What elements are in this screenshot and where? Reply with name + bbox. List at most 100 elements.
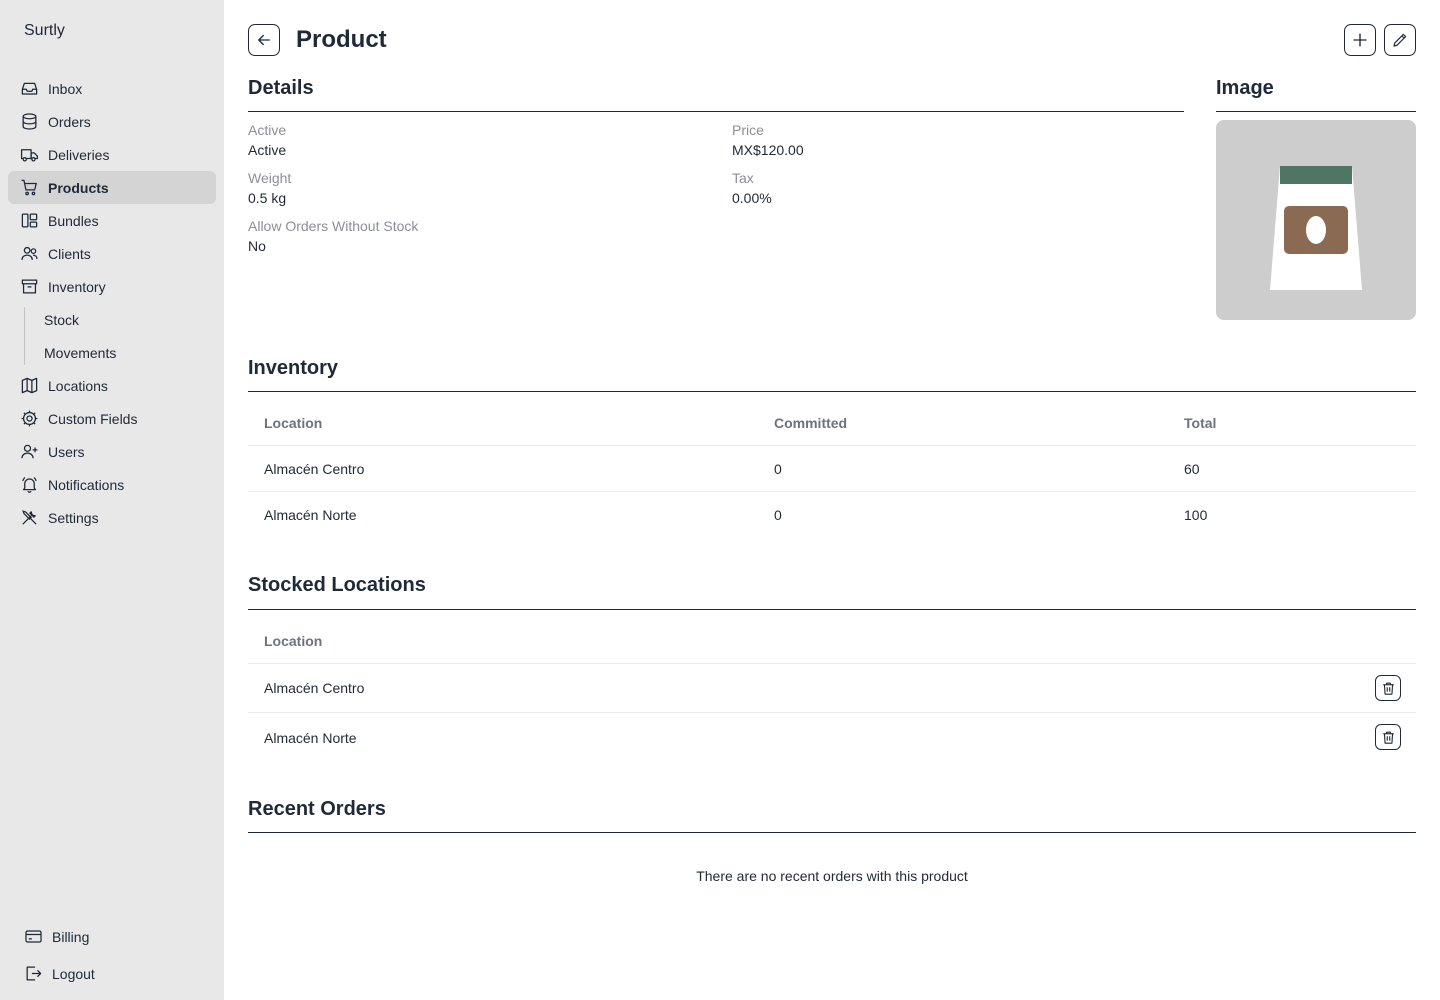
sidebar-item-label: Clients: [48, 245, 91, 262]
sidebar-item-logout[interactable]: Logout: [16, 955, 216, 992]
page-header: Product: [248, 24, 1416, 56]
product-image[interactable]: [1216, 120, 1416, 320]
sidebar-item-billing[interactable]: Billing: [16, 918, 216, 955]
inventory-row-committed: 0: [774, 461, 782, 477]
image-divider: [1216, 111, 1416, 112]
active-label: Active: [248, 122, 287, 138]
inventory-row-committed: 0: [774, 507, 782, 523]
truck-icon: [20, 149, 39, 162]
sidebar-item-settings[interactable]: Settings: [8, 501, 216, 534]
sidebar-item-label: Settings: [48, 509, 99, 526]
archive-icon: [21, 279, 38, 294]
sidebar-item-label: Locations: [48, 377, 108, 394]
allow-orders-label: Allow Orders Without Stock: [248, 218, 419, 234]
sidebar-item-label: Logout: [52, 965, 95, 982]
sidebar-item-products[interactable]: Products: [8, 171, 216, 204]
price-value: MX$120.00: [732, 142, 804, 158]
allow-orders-value: No: [248, 238, 266, 254]
tools-icon: [22, 510, 37, 525]
sidebar-item-label: Inventory: [48, 278, 106, 295]
plus-icon: [1353, 33, 1367, 47]
users-icon: [21, 246, 38, 260]
sidebar-item-label: Stock: [44, 311, 80, 328]
map-icon: [21, 377, 38, 394]
edit-button[interactable]: [1384, 24, 1416, 56]
stocked-location-name: Almacén Norte: [264, 730, 357, 746]
inventory-submenu: Stock Movements: [24, 303, 216, 369]
sidebar-item-label: Billing: [52, 928, 90, 945]
sidebar: Surtly Inbox Orders Deliveries Products …: [0, 0, 224, 1000]
inventory-row-location: Almacén Centro: [264, 461, 365, 477]
back-button[interactable]: [248, 24, 280, 56]
delete-location-button[interactable]: [1375, 724, 1401, 750]
tax-value: 0.00%: [732, 190, 772, 206]
sidebar-item-deliveries[interactable]: Deliveries: [8, 138, 216, 171]
row-divider: [248, 712, 1416, 713]
sidebar-item-label: Notifications: [48, 476, 125, 493]
page-title: Product: [296, 26, 387, 53]
sidebar-item-label: Bundles: [48, 212, 99, 229]
sidebar-item-label: Users: [48, 443, 85, 460]
inventory-row-total: 100: [1184, 507, 1208, 523]
sidebar-item-custom-fields[interactable]: Custom Fields: [8, 402, 216, 435]
credit-card-icon: [25, 930, 42, 943]
stocked-locations-divider: [248, 609, 1416, 610]
column-header-location: Location: [264, 415, 323, 431]
column-header-location: Location: [264, 633, 323, 649]
sidebar-item-orders[interactable]: Orders: [8, 105, 216, 138]
stocked-location-name: Almacén Centro: [264, 680, 365, 696]
sidebar-item-notifications[interactable]: Notifications: [8, 468, 216, 501]
sidebar-nav: Inbox Orders Deliveries Products Bundles…: [8, 72, 216, 534]
sidebar-item-users[interactable]: Users: [8, 435, 216, 468]
cart-icon: [21, 179, 37, 196]
cog-icon: [21, 410, 38, 427]
details-title: Details: [248, 77, 314, 99]
sidebar-item-bundles[interactable]: Bundles: [8, 204, 216, 237]
inventory-row-total: 60: [1184, 461, 1200, 477]
details-divider: [248, 111, 1184, 112]
inventory-title: Inventory: [248, 357, 339, 379]
app-name: Surtly: [24, 22, 65, 39]
column-header-committed: Committed: [774, 415, 848, 431]
tax-label: Tax: [732, 170, 754, 186]
database-icon: [22, 113, 37, 130]
stocked-locations-title: Stocked Locations: [248, 574, 426, 596]
delete-location-button[interactable]: [1375, 675, 1401, 701]
weight-label: Weight: [248, 170, 292, 186]
sidebar-item-label: Inbox: [48, 80, 83, 97]
sidebar-item-label: Movements: [44, 344, 117, 361]
sidebar-item-label: Custom Fields: [48, 410, 138, 427]
trash-icon: [1382, 682, 1394, 695]
sidebar-item-locations[interactable]: Locations: [8, 369, 216, 402]
weight-value: 0.5 kg: [248, 190, 287, 206]
bundles-icon: [21, 213, 38, 228]
logout-icon: [26, 966, 42, 981]
bell-icon: [22, 477, 37, 493]
sidebar-item-label: Deliveries: [48, 146, 110, 163]
inventory-divider: [248, 391, 1416, 392]
inbox-icon: [21, 82, 38, 95]
sidebar-bottom: Billing Logout: [16, 918, 216, 992]
user-plus-icon: [21, 444, 38, 459]
sidebar-item-stock[interactable]: Stock: [24, 303, 216, 336]
add-button[interactable]: [1344, 24, 1376, 56]
recent-orders-divider: [248, 832, 1416, 833]
row-divider: [248, 445, 1416, 446]
coffee-bag-illustration: [1270, 166, 1362, 290]
pencil-icon: [1393, 33, 1407, 47]
arrow-left-icon: [258, 34, 270, 46]
active-value: Active: [248, 142, 287, 158]
inventory-row-location: Almacén Norte: [264, 507, 357, 523]
image-title: Image: [1216, 77, 1274, 99]
row-divider: [248, 663, 1416, 664]
row-divider: [248, 491, 1416, 492]
sidebar-item-movements[interactable]: Movements: [24, 336, 216, 369]
sidebar-item-inbox[interactable]: Inbox: [8, 72, 216, 105]
price-label: Price: [732, 122, 764, 138]
column-header-total: Total: [1184, 415, 1217, 431]
sidebar-item-clients[interactable]: Clients: [8, 237, 216, 270]
trash-icon: [1382, 731, 1394, 744]
sidebar-item-label: Orders: [48, 113, 91, 130]
sidebar-item-inventory[interactable]: Inventory: [8, 270, 216, 303]
sidebar-item-label: Products: [48, 179, 109, 196]
